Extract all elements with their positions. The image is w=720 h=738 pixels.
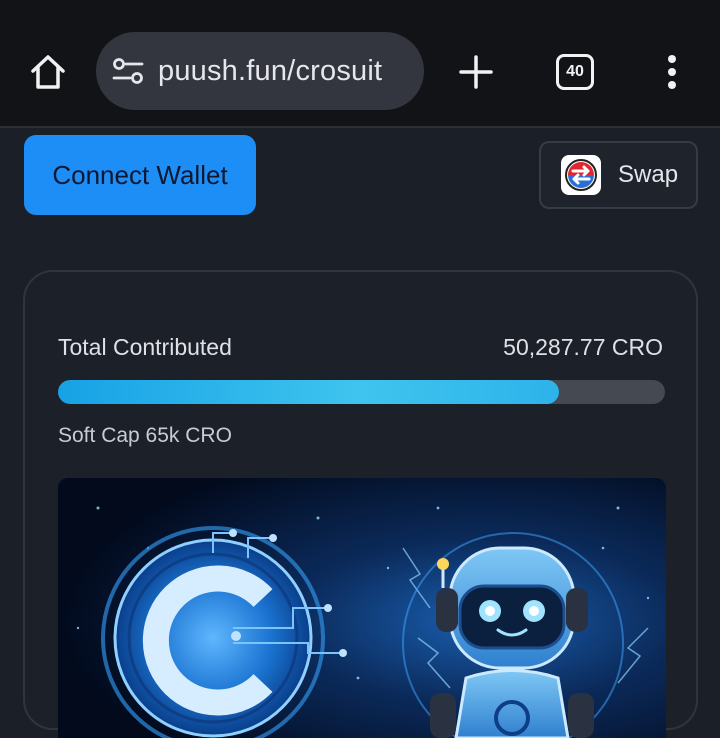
plus-icon: [459, 55, 493, 89]
tune-icon[interactable]: [112, 55, 144, 87]
contribution-progress-bar: [58, 380, 665, 404]
home-icon: [31, 55, 65, 89]
presale-card: Total Contributed 50,287.77 CRO Soft Cap…: [23, 270, 698, 738]
url-text[interactable]: puush.fun/crosuit: [158, 55, 382, 88]
home-button[interactable]: [22, 48, 74, 96]
more-options-button[interactable]: [652, 50, 692, 94]
swap-logo-icon: [561, 155, 601, 195]
more-vert-icon: [668, 55, 676, 89]
browser-toolbar: puush.fun/crosuit 40: [0, 0, 720, 128]
progress-fill: [58, 380, 560, 404]
swap-label: Swap: [618, 161, 679, 188]
new-tab-button[interactable]: [452, 48, 500, 96]
tab-switcher-button[interactable]: 40: [556, 54, 594, 90]
connect-wallet-button[interactable]: Connect Wallet: [24, 135, 256, 215]
total-contributed-label: Total Contributed: [58, 334, 232, 360]
project-hero-image: [58, 478, 666, 738]
total-contributed-value: 50,287.77 CRO: [503, 334, 663, 360]
tab-count: 40: [566, 63, 584, 80]
soft-cap-text: Soft Cap 65k CRO: [58, 424, 232, 447]
address-bar[interactable]: puush.fun/crosuit: [96, 32, 424, 110]
swap-button[interactable]: Swap: [539, 141, 698, 209]
